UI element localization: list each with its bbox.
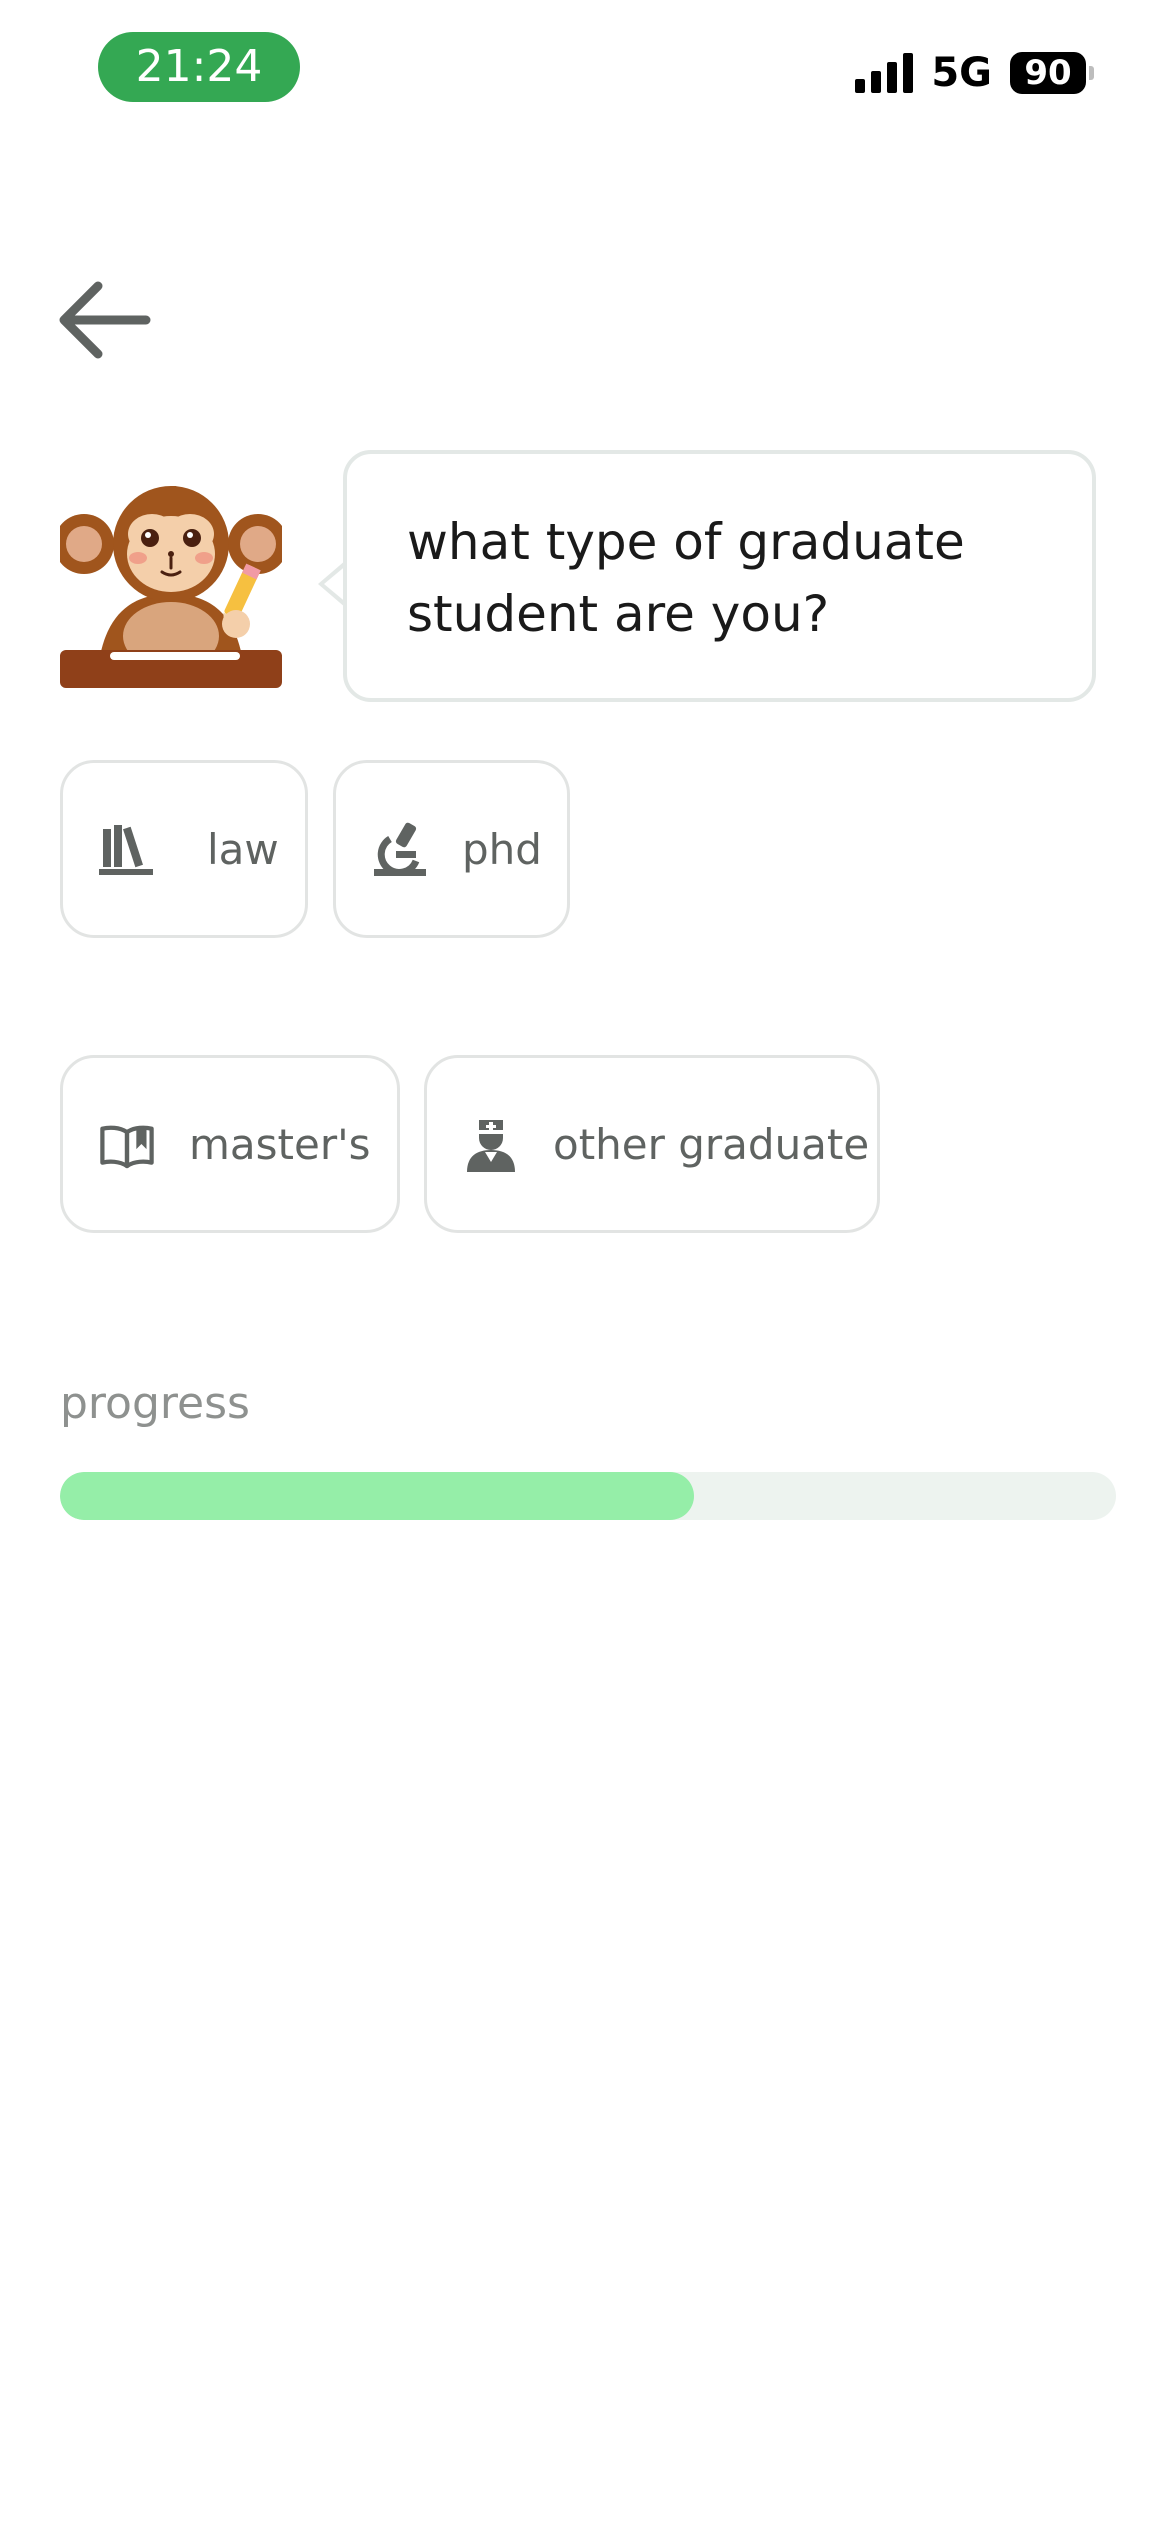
books-icon — [99, 821, 155, 877]
doctor-icon — [463, 1116, 519, 1172]
battery-level: 90 — [1010, 52, 1086, 94]
status-indicators: 5G 90 — [855, 48, 1094, 98]
option-label: law — [207, 824, 279, 874]
option-label: master's — [189, 1119, 371, 1169]
question-text: what type of graduate student are you? — [407, 513, 965, 643]
battery-icon: 90 — [1010, 52, 1094, 94]
progress-bar — [60, 1472, 1116, 1520]
option-masters-button[interactable]: master's — [60, 1055, 400, 1233]
option-label: phd — [462, 824, 542, 874]
screen: 21:24 5G 90 what type of graduate studen… — [0, 0, 1170, 2532]
option-phd-button[interactable]: phd — [333, 760, 570, 938]
progress-fill — [60, 1472, 694, 1520]
open-book-icon — [99, 1116, 155, 1172]
option-label: other graduate — [553, 1119, 870, 1169]
status-time: 21:24 — [98, 32, 300, 102]
speech-bubble: what type of graduate student are you? — [343, 450, 1096, 702]
network-type: 5G — [931, 50, 992, 96]
battery-tip — [1089, 66, 1094, 80]
cellular-signal-icon — [855, 53, 914, 93]
option-other-graduate-button[interactable]: other graduate — [424, 1055, 880, 1233]
monkey-mascot — [54, 482, 288, 688]
progress-label: progress — [60, 1378, 250, 1429]
back-arrow-icon — [59, 281, 151, 359]
option-law-button[interactable]: law — [60, 760, 308, 938]
back-button[interactable] — [56, 278, 152, 362]
microscope-icon — [372, 821, 428, 877]
